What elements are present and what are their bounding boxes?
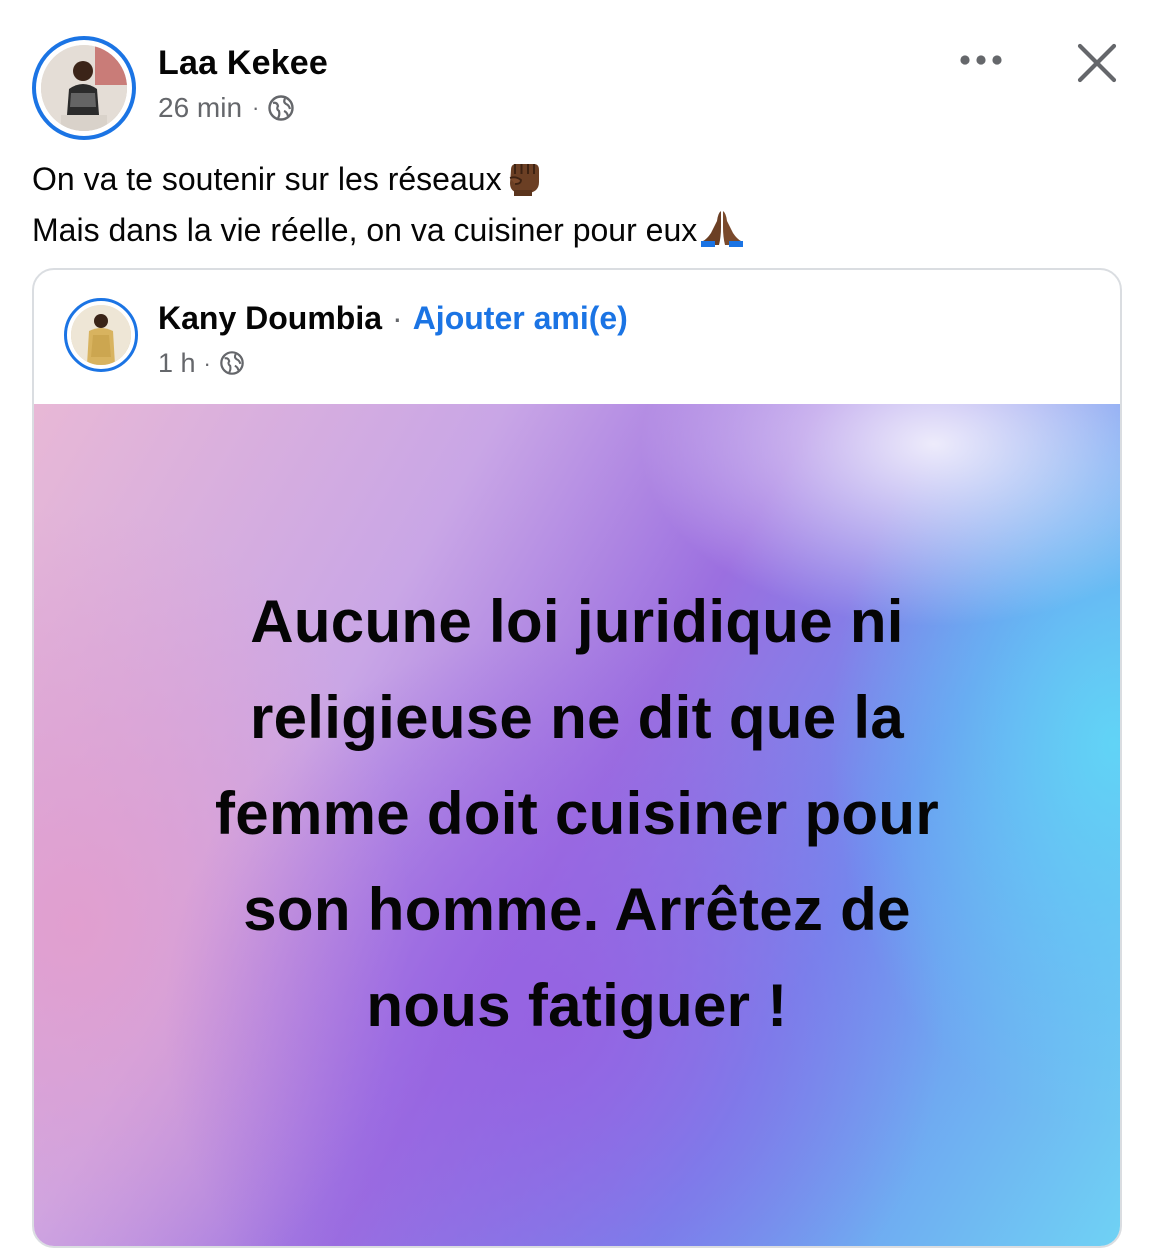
shared-text-line: femme doit cuisiner pour [215,780,939,847]
raised-fist-emoji [504,156,542,207]
folded-hands-emoji [699,207,745,258]
text-background-panel: Aucune loi juridique ni religieuse ne di… [34,404,1120,1246]
shared-text-line: Aucune loi juridique ni [250,588,904,655]
globe-icon [267,94,295,122]
post-meta: 26 min · [158,92,295,124]
shared-text-line: nous fatiguer ! [366,972,788,1039]
author-name[interactable]: Laa Kekee [158,44,328,83]
author-avatar-image [41,45,127,131]
globe-icon [219,350,247,378]
shared-author-name[interactable]: Kany Doumbia [158,300,382,337]
shared-text-line: son homme. Arrêtez de [243,876,911,943]
caption-line-2-text: Mais dans la vie réelle, on va cuisiner … [32,212,698,248]
add-friend-button[interactable]: Ajouter ami(e) [413,300,628,337]
shared-post-meta: 1 h · [158,348,247,379]
caption-line-1-text: On va te soutenir sur les réseaux [32,161,502,197]
caption-line-2: Mais dans la vie réelle, on va cuisiner … [32,207,1122,258]
meta-separator: · [252,95,260,120]
caption-line-1: On va te soutenir sur les réseaux [32,156,1122,207]
shared-text-line: religieuse ne dit que la [249,684,905,751]
shared-author-avatar-image [71,305,131,365]
shared-author-row: Kany Doumbia · Ajouter ami(e) [158,300,628,337]
shared-post-text: Aucune loi juridique ni religieuse ne di… [34,574,1120,1054]
shared-author-avatar[interactable] [64,298,138,372]
close-button[interactable] [1068,34,1126,92]
close-icon [1077,43,1117,83]
shared-meta-separator: · [203,350,211,376]
shared-post-time[interactable]: 1 h [158,348,196,379]
author-avatar[interactable] [32,36,136,140]
post-caption: On va te soutenir sur les réseaux Mais d… [32,156,1122,258]
more-options-button[interactable] [950,40,1012,80]
post-time[interactable]: 26 min [158,92,242,124]
shared-post-card[interactable]: Kany Doumbia · Ajouter ami(e) 1 h · Aucu… [32,268,1122,1248]
more-options-icon [960,55,1002,65]
shared-name-separator: · [392,300,403,336]
